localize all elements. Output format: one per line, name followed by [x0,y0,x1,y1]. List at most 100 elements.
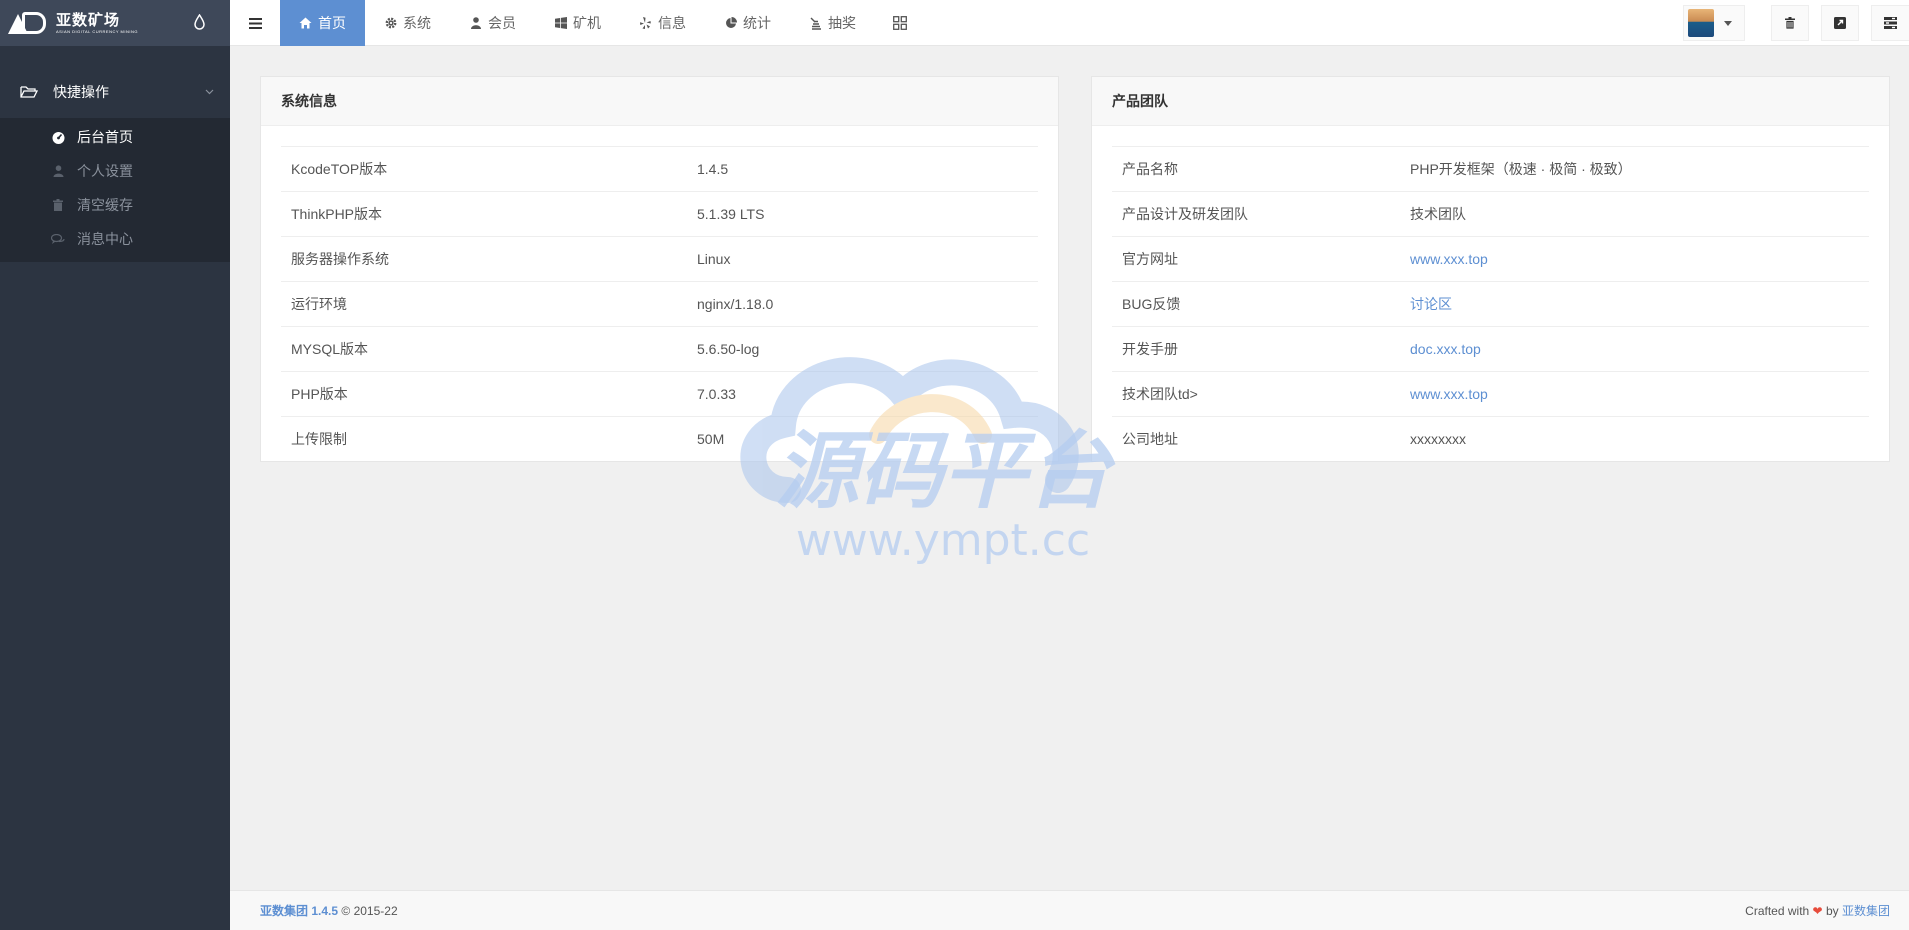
table-row: 开发手册 doc.xxx.top [1112,326,1869,372]
row-key: 公司地址 [1122,431,1178,448]
tab-home[interactable]: 首页 [280,0,365,46]
footer-copyright: © 2015-22 [341,904,398,918]
row-key: 产品设计及研发团队 [1112,191,1400,237]
row-value: Linux [687,236,1038,282]
settings-panel-button[interactable] [1871,5,1909,41]
table-row: 服务器操作系统 Linux [281,236,1038,282]
footer-company-link[interactable]: 亚数集团 [260,904,308,918]
brand-tagline: ASIAN DIGITAL CURRENCY MINING [56,28,138,34]
clear-cache-button[interactable] [1771,5,1809,41]
table-row: MYSQL版本 5.6.50-log [281,326,1038,372]
table-row: 运行环境 nginx/1.18.0 [281,281,1038,327]
tab-system[interactable]: 系统 [365,0,450,46]
tab-label: 首页 [318,15,346,31]
panel-title: 产品团队 [1092,77,1889,126]
table-row: 产品设计及研发团队 技术团队 [1112,191,1869,237]
row-value: 技术团队 [1400,191,1869,237]
user-menu-button[interactable] [1683,5,1745,41]
row-key: 服务器操作系统 [281,236,687,282]
row-value: 7.0.33 [687,371,1038,417]
row-value: nginx/1.18.0 [687,281,1038,327]
footer: 亚数集团 1.4.5 © 2015-22 Crafted with ❤ by 亚… [230,890,1909,930]
sidebar: 亚数矿场 ASIAN DIGITAL CURRENCY MINING 快捷操作 … [0,0,230,930]
footer-author-link[interactable]: 亚数集团 [1842,904,1890,918]
pie-chart-icon [724,17,737,30]
user-icon [51,164,65,178]
official-site-link[interactable]: www.xxx.top [1410,251,1488,267]
tab-miners[interactable]: 矿机 [535,0,620,46]
table-row: 公司地址 xxxxxxxx [1112,417,1869,462]
sidebar-group-quick-actions[interactable]: 快捷操作 [0,60,230,124]
sidebar-item-clear-cache[interactable]: 清空缓存 [0,188,230,222]
folder-open-icon [20,86,38,98]
windows-icon [554,17,567,30]
dev-manual-link[interactable]: doc.xxx.top [1410,341,1481,357]
tech-team-link[interactable]: www.xxx.top [1410,386,1488,402]
avatar [1688,9,1714,37]
bug-feedback-link[interactable]: 讨论区 [1410,296,1452,312]
row-value: 50M [697,431,725,448]
sidebar-item-label: 后台首页 [77,129,133,145]
sidebar-submenu: 后台首页 个人设置 清空缓存 消息中心 [0,118,230,262]
tab-stats[interactable]: 统计 [705,0,790,46]
sidebar-item-label: 个人设置 [77,163,133,179]
table-row: PHP版本 7.0.33 [281,371,1038,417]
row-key: 官方网址 [1112,236,1400,282]
sliders-icon [1884,17,1897,29]
row-key: 上传限制 [291,431,347,448]
table-row: 产品名称 PHP开发框架（极速 · 极简 · 极致） [1112,146,1869,192]
table-row: 技术团队td> www.xxx.top [1112,371,1869,417]
droplet-icon[interactable] [193,14,206,30]
row-key: ThinkPHP版本 [281,191,687,237]
heart-icon: ❤ [1812,904,1823,918]
tab-label: 统计 [743,15,771,31]
footer-version: 1.4.5 [311,904,339,918]
row-value: 5.6.50-log [687,326,1038,372]
tab-label: 会员 [488,15,516,31]
sidebar-item-dashboard[interactable]: 后台首页 [0,120,230,154]
footer-by: by [1825,904,1839,918]
logo-icon [8,12,48,34]
tab-lottery[interactable]: 抽奖 [790,0,875,46]
product-team-panel: 产品团队 产品名称 PHP开发框架（极速 · 极简 · 极致） 产品设计及研发团队… [1091,76,1890,462]
footer-crafted-with: Crafted with [1745,904,1810,918]
tab-members[interactable]: 会员 [450,0,535,46]
fullscreen-button[interactable] [1821,5,1859,41]
row-key: KcodeTOP版本 [281,146,687,192]
row-key: PHP版本 [281,371,687,417]
sidebar-group-label: 快捷操作 [53,84,109,100]
tab-label: 信息 [658,15,686,31]
sidebar-toggle-button[interactable] [230,0,280,46]
user-icon [469,17,482,30]
row-key: MYSQL版本 [281,326,687,372]
row-key: 产品名称 [1112,146,1400,192]
trash-icon [1785,17,1795,29]
comments-icon [51,232,65,246]
product-team-table: 产品名称 PHP开发框架（极速 · 极简 · 极致） 产品设计及研发团队 技术团队 … [1112,146,1869,462]
brand-logo[interactable]: 亚数矿场 ASIAN DIGITAL CURRENCY MINING [8,12,138,34]
footer-left: 亚数集团 1.4.5 © 2015-22 [260,902,398,919]
row-key: 运行环境 [281,281,687,327]
yelp-icon [639,17,652,30]
brand-name: 亚数矿场 [56,11,121,29]
row-value: xxxxxxxx [1410,431,1466,448]
apps-grid-button[interactable] [875,0,925,46]
footer-right: Crafted with ❤ by 亚数集团 [1745,902,1890,919]
row-value: PHP开发框架（极速 · 极简 · 极致） [1400,146,1869,192]
sidebar-item-profile[interactable]: 个人设置 [0,154,230,188]
sidebar-item-label: 清空缓存 [77,197,133,213]
system-info-panel: 系统信息 KcodeTOP版本 1.4.5 ThinkPHP版本 5.1.39 LT… [260,76,1059,462]
tab-info[interactable]: 信息 [620,0,705,46]
tab-label: 矿机 [573,15,601,31]
topbar-tools [1683,0,1909,46]
external-link-icon [1834,17,1846,29]
table-row: 上传限制 50M [281,417,1038,462]
table-row: 官方网址 www.xxx.top [1112,236,1869,282]
table-row: BUG反馈 讨论区 [1112,281,1869,327]
tab-label: 抽奖 [828,15,856,31]
grid-icon [893,16,907,30]
table-row: ThinkPHP版本 5.1.39 LTS [281,191,1038,237]
coins-icon [809,17,822,30]
sidebar-item-messages[interactable]: 消息中心 [0,222,230,256]
brand-bar: 亚数矿场 ASIAN DIGITAL CURRENCY MINING [0,0,230,46]
